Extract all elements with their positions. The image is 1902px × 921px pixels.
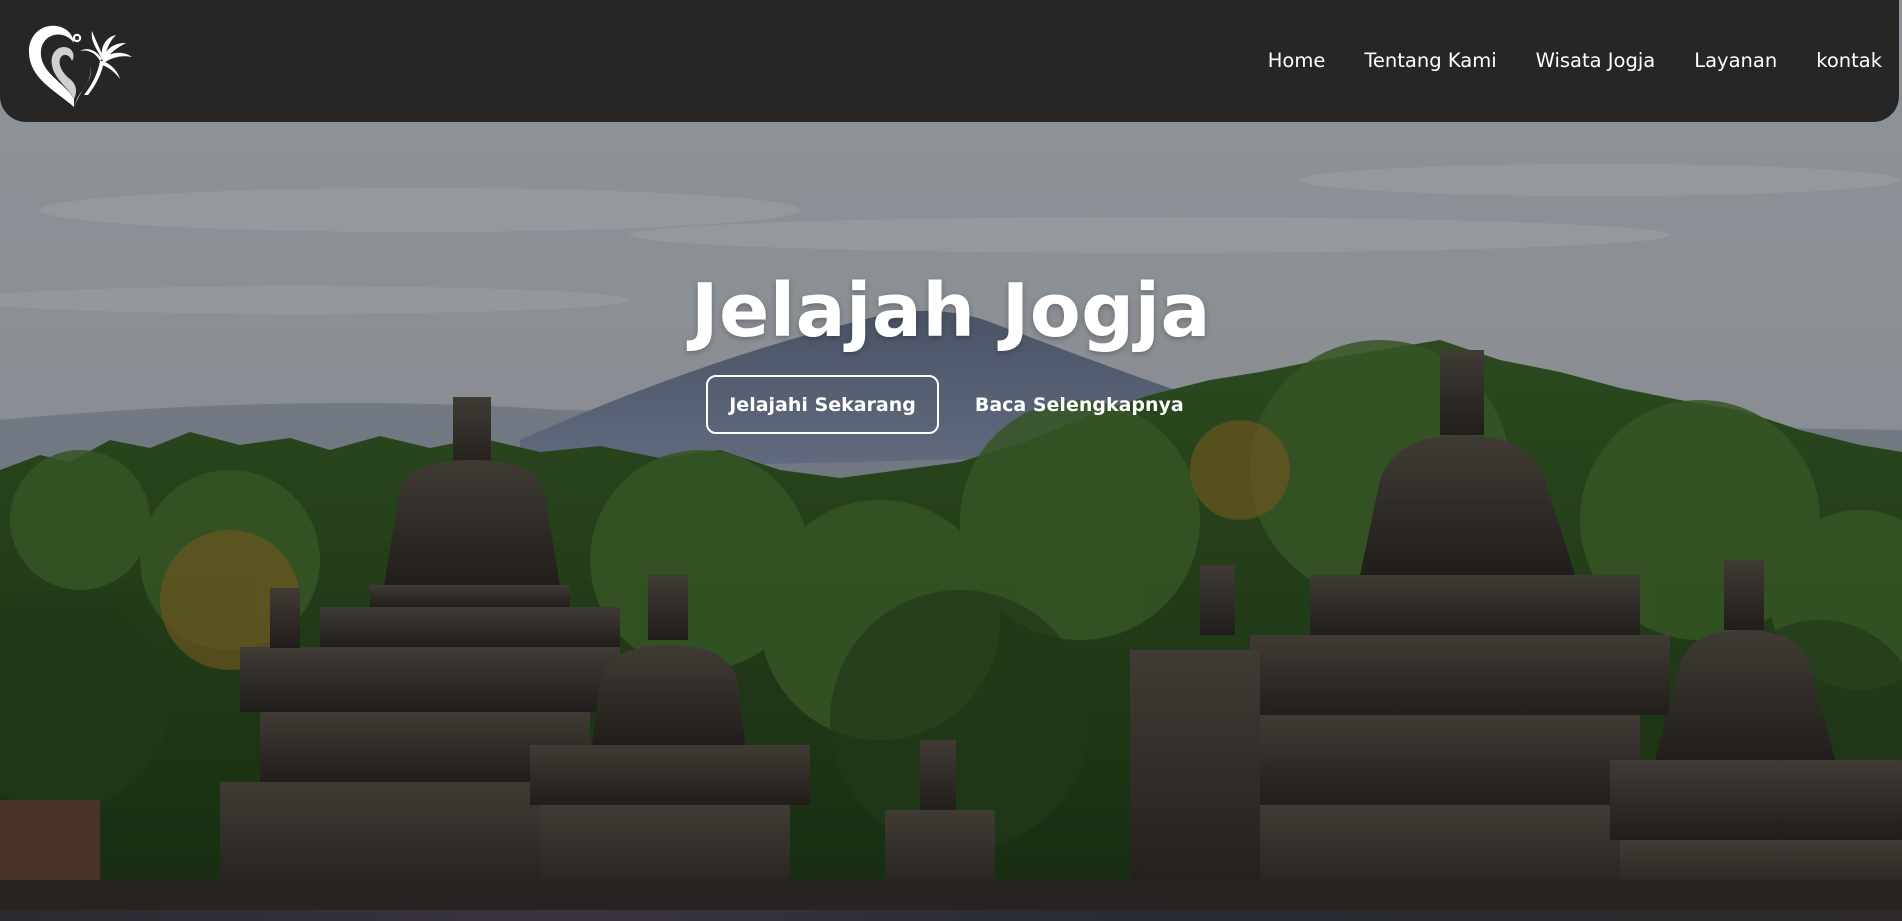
read-more-button[interactable]: Baca Selengkapnya bbox=[965, 375, 1194, 434]
hero-dark-overlay bbox=[0, 0, 1902, 910]
hero-section: Jelajah Jogja Jelajahi Sekarang Baca Sel… bbox=[0, 0, 1902, 910]
top-navbar: Home Tentang Kami Wisata Jogja Layanan k… bbox=[0, 0, 1899, 122]
logo-link[interactable] bbox=[26, 21, 134, 109]
explore-now-button[interactable]: Jelajahi Sekarang bbox=[706, 375, 939, 434]
nav-link-layanan[interactable]: Layanan bbox=[1694, 49, 1777, 72]
nav-link-tentang-kami[interactable]: Tentang Kami bbox=[1364, 49, 1496, 72]
hero-actions: Jelajahi Sekarang Baca Selengkapnya bbox=[0, 375, 1902, 434]
hero-title: Jelajah Jogja bbox=[691, 268, 1211, 354]
nav-link-wisata-jogja[interactable]: Wisata Jogja bbox=[1536, 49, 1656, 72]
nav-link-home[interactable]: Home bbox=[1268, 49, 1326, 72]
bottom-edge-strip bbox=[0, 910, 1902, 921]
heart-palm-logo-icon bbox=[28, 25, 132, 107]
nav-links: Home Tentang Kami Wisata Jogja Layanan k… bbox=[1268, 49, 1882, 72]
nav-link-kontak[interactable]: kontak bbox=[1816, 49, 1882, 72]
